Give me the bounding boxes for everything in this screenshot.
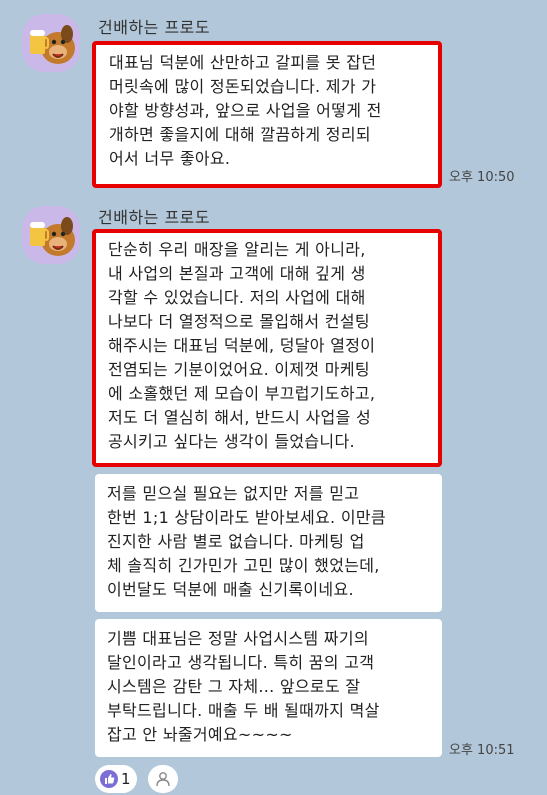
sender-name: 건배하는 프로도 xyxy=(98,208,211,227)
reaction-like-button[interactable]: 1 xyxy=(95,765,137,793)
sender-name: 건배하는 프로도 xyxy=(98,18,211,37)
message-line: 진지한 사람 별로 없습니다. 마케팅 업 xyxy=(107,532,365,551)
message-line: 에 소홀했던 제 모습이 부끄럽기도하고, xyxy=(108,384,376,403)
message-line: 단순히 우리 매장을 알리는 게 아니라, xyxy=(108,240,366,259)
message-line: 저를 믿으실 필요는 없지만 저를 믿고 xyxy=(107,484,360,503)
message-line: 잡고 안 놔줄거예요~~~~ xyxy=(107,725,293,744)
message-bubble[interactable]: 단순히 우리 매장을 알리는 게 아니라, 내 사업의 본질과 고객에 대해 깊… xyxy=(92,229,442,467)
message-line: 달인이라고 생각됩니다. 특히 꿈의 고객 xyxy=(107,653,375,672)
message-line: 전염되는 기분이었어요. 이제껏 마케팅 xyxy=(108,360,370,379)
message-line: 나보다 더 열정적으로 몰입해서 컨설팅 xyxy=(108,312,370,331)
message-line: 부탁드립니다. 매출 두 배 될때까지 멱살 xyxy=(107,701,380,720)
message-line: 내 사업의 본질과 고객에 대해 깊게 생 xyxy=(108,264,366,283)
message-line: 야할 방향성과, 앞으로 사업을 어떻게 전 xyxy=(109,101,382,120)
message-line: 체 솔직히 긴가민가 고민 많이 했었는데, xyxy=(107,556,380,575)
avatar[interactable] xyxy=(22,14,80,72)
message-bubble[interactable]: 대표님 덕분에 산만하고 갈피를 못 잡던 머릿속에 많이 정돈되었습니다. 제… xyxy=(92,41,442,188)
message-time: 오후 10:51 xyxy=(449,743,515,758)
reaction-add-button[interactable] xyxy=(148,765,178,793)
message-line: 해주시는 대표님 덕분에, 덩달아 열정이 xyxy=(108,336,376,355)
message-line: 시스템은 감탄 그 자체... 앞으로도 잘 xyxy=(107,677,361,696)
message-line: 공시키고 싶다는 생각이 들었습니다. xyxy=(108,432,355,451)
message-line: 이번달도 덕분에 매출 신기록이네요. xyxy=(107,580,354,599)
message-time: 오후 10:50 xyxy=(449,170,515,185)
message-line: 각할 수 있었습니다. 저의 사업에 대해 xyxy=(108,288,366,307)
frodo-beer-icon xyxy=(30,25,75,64)
message-line: 저도 더 열심히 해서, 반드시 사업을 성 xyxy=(108,408,372,427)
message-line: 대표님 덕분에 산만하고 갈피를 못 잡던 xyxy=(109,53,377,72)
avatar[interactable] xyxy=(22,206,80,264)
message-line: 한번 1;1 상담이라도 받아보세요. 이만큼 xyxy=(107,508,386,527)
reaction-count: 1 xyxy=(121,770,131,788)
message-bubble[interactable]: 저를 믿으실 필요는 없지만 저를 믿고 한번 1;1 상담이라도 받아보세요.… xyxy=(95,474,442,612)
person-icon xyxy=(156,772,170,787)
message-line: 머릿속에 많이 정돈되었습니다. 제가 가 xyxy=(109,77,377,96)
message-line: 기쁨 대표님은 정말 사업시스템 짜기의 xyxy=(107,629,369,648)
thumbs-up-icon xyxy=(100,770,118,788)
message-line: 개하면 좋을지에 대해 깔끔하게 정리되 xyxy=(109,125,371,144)
frodo-beer-icon xyxy=(30,217,75,256)
message-bubble[interactable]: 기쁨 대표님은 정말 사업시스템 짜기의 달인이라고 생각됩니다. 특히 꿈의 … xyxy=(95,619,442,757)
message-line: 어서 너무 좋아요. xyxy=(109,149,231,168)
